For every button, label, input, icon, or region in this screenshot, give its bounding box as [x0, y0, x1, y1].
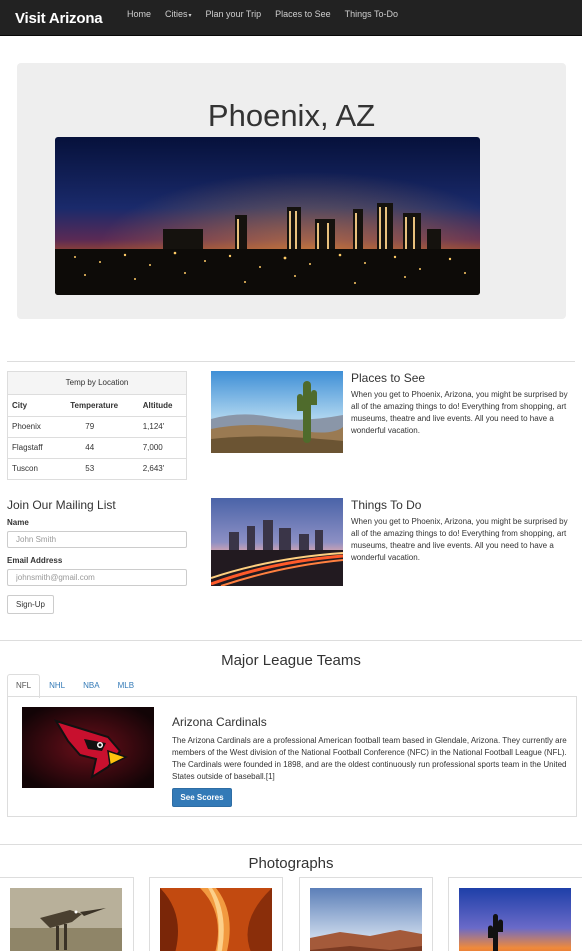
table-cell: 53 [56, 457, 139, 479]
phoenix-traffic-image [211, 498, 343, 586]
phoenix-skyline-image [55, 137, 480, 295]
antelope-canyon-photo [160, 888, 272, 951]
saguaro-cactus-image [211, 371, 343, 453]
grand-canyon-photo [310, 888, 422, 951]
name-input[interactable] [7, 531, 187, 548]
column-header-altitude: Altitude [142, 400, 173, 410]
nav-cities-label: Cities [165, 9, 188, 19]
sunset-cactus-photo [459, 888, 571, 951]
photo-card[interactable] [448, 877, 582, 951]
nav-home[interactable]: Home [120, 0, 158, 36]
table-row: Phoenix 79 1,124' [8, 415, 186, 437]
team-name: Arizona Cardinals [172, 715, 267, 729]
places-to-see-body: Places to See When you get to Phoenix, A… [351, 371, 577, 437]
see-scores-button[interactable]: See Scores [172, 788, 232, 807]
teams-heading: Major League Teams [221, 652, 361, 669]
brand-link[interactable]: Visit Arizona [15, 10, 103, 27]
temp-table: City Temperature Altitude Phoenix 79 1,1… [8, 395, 186, 479]
divider [7, 361, 575, 362]
nav-places-to-see[interactable]: Places to See [268, 0, 338, 36]
jumbotron: Phoenix, AZ [17, 63, 566, 319]
tab-nhl[interactable]: NHL [40, 674, 74, 697]
things-to-do-body: Things To Do When you get to Phoenix, Ar… [351, 498, 577, 564]
table-cell: 79 [56, 415, 139, 437]
places-to-see-text: When you get to Phoenix, Arizona, you mi… [351, 390, 568, 435]
signup-button[interactable]: Sign-Up [7, 595, 54, 614]
email-input[interactable] [7, 569, 187, 586]
name-label: Name [7, 518, 29, 527]
cardinals-logo-image [22, 707, 154, 788]
table-cell: 44 [56, 436, 139, 458]
table-cell: 2,643' [138, 457, 186, 479]
team-description: The Arizona Cardinals are a professional… [172, 736, 567, 781]
table-cell: Phoenix [8, 415, 57, 437]
table-cell: 1,124' [138, 415, 186, 437]
table-header-row: City Temperature Altitude [8, 395, 186, 416]
tab-nba[interactable]: NBA [74, 674, 108, 697]
nfl-tab-pane: Arizona Cardinals The Arizona Cardinals … [7, 696, 577, 817]
column-header-city: City [12, 400, 28, 410]
photo-card[interactable] [149, 877, 283, 951]
divider [0, 844, 582, 845]
caret-down-icon: ▾ [188, 13, 192, 19]
table-row: Flagstaff 44 7,000 [8, 436, 186, 458]
photo-card[interactable] [0, 877, 134, 951]
divider [0, 640, 582, 641]
table-cell: Tuscon [8, 457, 57, 479]
page-title: Phoenix, AZ [207, 98, 376, 133]
photo-card[interactable] [299, 877, 433, 951]
tab-nfl[interactable]: NFL [7, 674, 41, 698]
roadrunner-photo [10, 888, 122, 951]
navbar: Visit Arizona Home Cities▾ Plan your Tri… [0, 0, 582, 36]
things-to-do-heading: Things To Do [351, 498, 422, 512]
league-tabs: NFL NHL NBA MLB [7, 674, 143, 698]
column-header-temperature: Temperature [70, 400, 119, 410]
places-to-see-heading: Places to See [351, 371, 426, 385]
things-to-do-text: When you get to Phoenix, Arizona, you mi… [351, 517, 568, 562]
email-label: Email Address [7, 556, 63, 565]
mailing-list-heading: Join Our Mailing List [7, 498, 116, 512]
nav-cities-dropdown[interactable]: Cities▾ [158, 0, 199, 36]
nav-things-to-do[interactable]: Things To-Do [338, 0, 405, 36]
nav-plan-trip[interactable]: Plan your Trip [199, 0, 269, 36]
table-row: Tuscon 53 2,643' [8, 457, 186, 479]
table-cell: 7,000 [138, 436, 186, 458]
temp-table-heading: Temp by Location [8, 372, 186, 395]
photographs-heading: Photographs [248, 855, 334, 872]
nav-menu: Home Cities▾ Plan your Trip Places to Se… [120, 0, 405, 36]
tab-mlb[interactable]: MLB [109, 674, 143, 697]
table-cell: Flagstaff [8, 436, 57, 458]
temp-table-panel: Temp by Location City Temperature Altitu… [7, 371, 187, 480]
